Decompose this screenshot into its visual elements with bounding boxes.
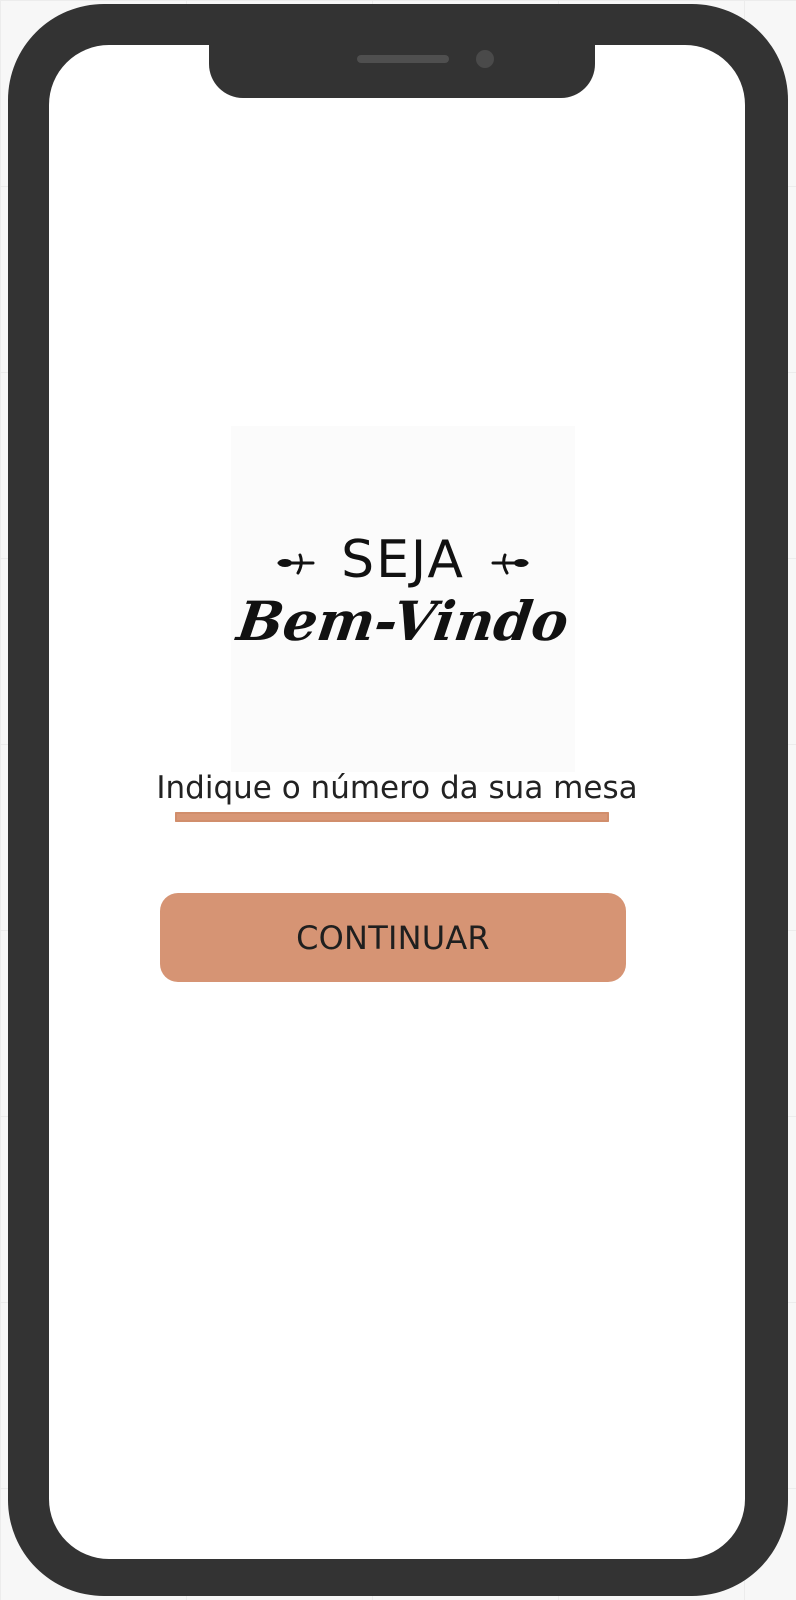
welcome-logo-title: SEJA	[341, 530, 465, 590]
table-number-input[interactable]	[175, 812, 609, 822]
continue-button[interactable]: CONTINUAR	[160, 893, 626, 982]
phone-notch	[209, 45, 595, 98]
phone-frame: SEJA Bem-Vindo Indique o número da sua m…	[8, 4, 788, 1596]
welcome-logo-card: SEJA Bem-Vindo	[231, 426, 575, 772]
welcome-logo-subtitle: Bem-Vindo	[233, 589, 573, 653]
speaker-grille	[357, 55, 449, 63]
table-number-prompt: Indique o número da sua mesa	[156, 770, 638, 806]
phone-screen: SEJA Bem-Vindo Indique o número da sua m…	[49, 45, 745, 1559]
camera-icon	[476, 50, 494, 68]
